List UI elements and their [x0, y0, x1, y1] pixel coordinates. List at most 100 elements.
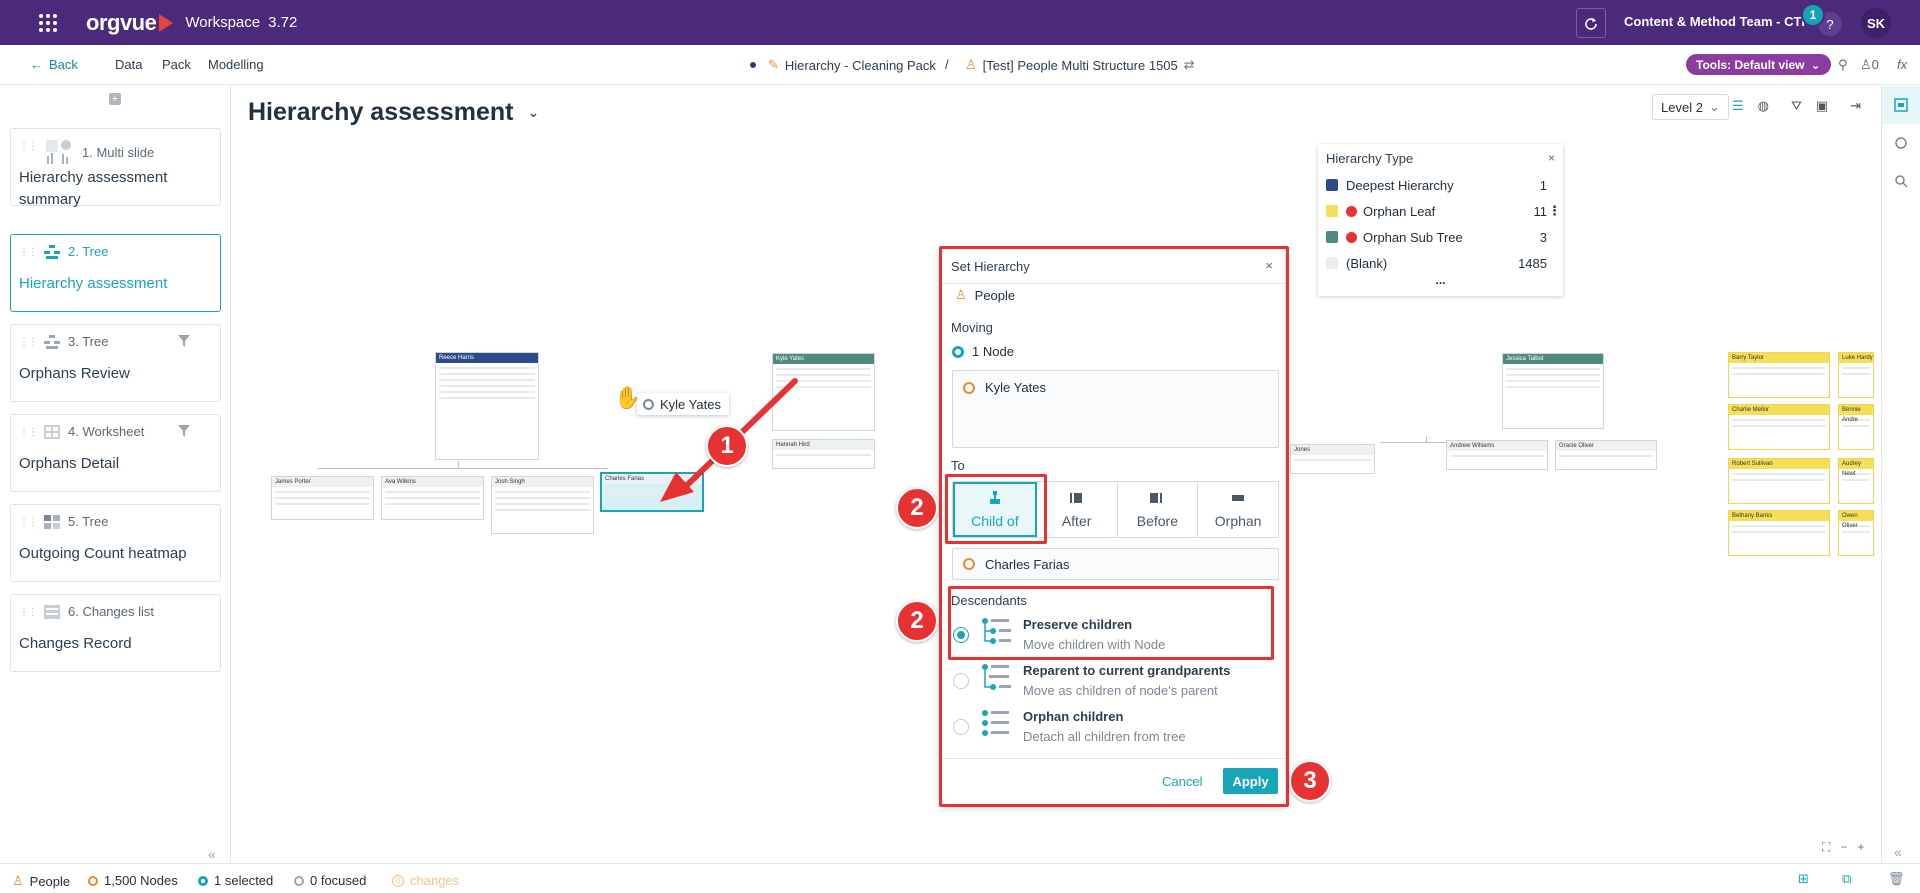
notification-badge[interactable]: 1 — [1801, 3, 1825, 27]
tree-node[interactable]: James Porter — [271, 476, 374, 520]
slide-4[interactable]: ⋮⋮ 4. Worksheet Orphans Detail — [10, 414, 221, 492]
selected-ring-icon — [198, 875, 208, 886]
tree-node[interactable]: Ava Wilkins — [381, 476, 484, 520]
panel-toggle-icon[interactable] — [1882, 86, 1920, 124]
status-focused[interactable]: 0 focused — [294, 873, 366, 888]
legend-row[interactable]: Deepest Hierarchy 1 — [1318, 172, 1563, 198]
annotation-badge: 2 — [896, 600, 938, 642]
chevron-down-icon[interactable]: ⌄ — [527, 104, 539, 121]
tree-node-orphan-leaf[interactable]: Bennie Andre — [1838, 404, 1874, 450]
add-icon[interactable]: ⊞ — [1798, 871, 1809, 887]
tree-node-selected[interactable]: Charles Farias — [600, 472, 704, 512]
collapse-sidebar-icon[interactable]: « — [208, 846, 216, 862]
filter-icon[interactable]: ⛛ — [1791, 98, 1802, 114]
slide-kind: 5. Tree — [44, 514, 108, 529]
tree-node-orphan-root[interactable]: Kyle Yates — [772, 353, 875, 431]
tools-view-button[interactable]: Tools: Default view ⌄ — [1686, 54, 1831, 75]
status-selected[interactable]: 1 selected — [198, 873, 273, 888]
legend-count: 1485 — [1518, 255, 1547, 271]
drag-handle-icon[interactable]: ⋮⋮ — [19, 141, 38, 152]
legend-row[interactable]: Orphan Sub Tree 3 — [1318, 224, 1563, 250]
formula-icon[interactable]: fx — [1897, 57, 1907, 72]
tree-node[interactable]: Andrew Williams — [1446, 440, 1548, 470]
tree-node-orphan-root[interactable]: Jessica Talbot — [1502, 353, 1604, 429]
breadcrumb-pack[interactable]: ✎ Hierarchy - Cleaning Pack — [750, 57, 936, 73]
slide-3[interactable]: ⋮⋮ 3. Tree Orphans Review — [10, 324, 221, 402]
menu-modelling[interactable]: Modelling — [208, 57, 264, 72]
drag-handle-icon[interactable]: ⋮⋮ — [19, 337, 38, 348]
back-button[interactable]: ← Back — [30, 57, 78, 72]
tree-node[interactable]: Josh Singh — [491, 476, 594, 534]
more-vertical-icon[interactable]: ⋮ — [1548, 203, 1561, 219]
sub-nav-bar: ← Back Data Pack Modelling ✎ Hierarchy -… — [0, 45, 1920, 85]
slide-2[interactable]: ⋮⋮ 2. Tree Hierarchy assessment — [10, 234, 221, 312]
menu-pack[interactable]: Pack — [162, 57, 191, 72]
drag-handle-icon[interactable]: ⋮⋮ — [19, 247, 38, 258]
tree-node[interactable]: Gracie Oliver — [1555, 440, 1657, 470]
slide-kind: 1. Multi slide — [44, 138, 154, 166]
zoom-in-icon[interactable]: + — [1857, 840, 1864, 855]
status-dataset[interactable]: ♙ People — [12, 873, 70, 889]
status-changes[interactable]: 0 changes — [392, 873, 459, 888]
tree-node-orphan-leaf[interactable]: Owen Oliver — [1838, 510, 1874, 556]
tree-node-orphan-leaf[interactable]: Barry Taylor — [1728, 352, 1830, 398]
user-avatar[interactable]: SK — [1861, 8, 1891, 38]
layers-icon[interactable]: ▣ — [1816, 98, 1828, 114]
refresh-button[interactable] — [1576, 8, 1606, 38]
breadcrumb-dataset-label: [Test] People Multi Structure 1505 — [982, 57, 1178, 73]
slide-kind-label: 1. Multi slide — [82, 144, 155, 160]
tree-node[interactable]: Hannah Hird — [772, 439, 875, 469]
node-title: Bennie Andre — [1839, 405, 1873, 423]
level-select[interactable]: Level 2 ⌄ — [1652, 94, 1729, 120]
list-icon[interactable]: ☰ — [1732, 98, 1744, 114]
legend-count: 1 — [1539, 177, 1547, 193]
legend-more[interactable]: ... — [1318, 274, 1563, 286]
node-title: Charles Farias — [602, 474, 702, 484]
slide-kind-label: 5. Tree — [68, 514, 109, 529]
collapse-right-icon[interactable]: « — [1894, 844, 1902, 860]
legend-row[interactable]: Orphan Leaf 11 ⋮ — [1318, 198, 1563, 224]
sync-icon[interactable]: ⇄ — [1184, 57, 1195, 73]
pin-count-icon[interactable]: ♙0 — [1860, 57, 1879, 73]
tree-connector — [318, 468, 608, 469]
node-ring-icon — [88, 875, 98, 886]
drag-handle-icon[interactable]: ⋮⋮ — [19, 517, 38, 528]
filter-icon[interactable] — [178, 425, 190, 437]
filter-icon[interactable] — [178, 335, 190, 347]
globe-icon[interactable]: ◍ — [1758, 98, 1769, 114]
tree-node-orphan-leaf[interactable]: Robert Sullivan — [1728, 458, 1830, 504]
slide-6[interactable]: ⋮⋮ 6. Changes list Changes Record — [10, 594, 221, 672]
tree-node-orphan-leaf[interactable]: Audrey Newt — [1838, 458, 1874, 504]
status-nodes[interactable]: 1,500 Nodes — [88, 873, 178, 888]
page-title[interactable]: Hierarchy assessment ⌄ — [248, 98, 539, 127]
export-icon[interactable]: ⇥ — [1850, 98, 1861, 114]
changes-list-icon — [44, 604, 60, 619]
add-slide-icon[interactable]: + — [109, 93, 121, 105]
slide-1[interactable]: ⋮⋮ 1. Multi slide Hierarchy assessment s… — [10, 128, 221, 208]
slide-5[interactable]: ⋮⋮ 5. Tree Outgoing Count heatmap — [10, 504, 221, 582]
tree-node-root[interactable]: Reece Harris — [435, 352, 539, 460]
properties-icon[interactable] — [1882, 124, 1920, 162]
trash-icon[interactable]: 🗑 — [1888, 871, 1905, 887]
close-icon[interactable]: × — [1548, 151, 1555, 165]
orgvue-logo[interactable]: orgvue — [86, 10, 174, 36]
node-title: Robert Sullivan — [1729, 459, 1829, 469]
team-selector[interactable]: Content & Method Team - CTR — [1624, 14, 1811, 29]
tree-node-partial[interactable]: Jones — [1290, 444, 1375, 474]
copy-icon[interactable]: ⧉ — [1842, 871, 1851, 887]
drag-handle-icon[interactable]: ⋮⋮ — [19, 427, 38, 438]
legend-row[interactable]: (Blank) 1485 — [1318, 250, 1563, 276]
drag-handle-icon[interactable]: ⋮⋮ — [19, 607, 38, 618]
tree-node-orphan-leaf[interactable]: Bethany Banks — [1728, 510, 1830, 556]
zoom-out-icon[interactable]: − — [1840, 840, 1847, 855]
breadcrumb-dataset[interactable]: ♙ [Test] People Multi Structure 1505 ⇄ — [965, 57, 1195, 73]
tree-node-orphan-leaf[interactable]: Luke Hardy — [1838, 352, 1874, 398]
tree-icon — [44, 244, 60, 259]
tree-node-orphan-leaf[interactable]: Charlie Mellor — [1728, 404, 1830, 450]
pin-icon[interactable]: ⚲ — [1838, 57, 1848, 73]
app-grid-icon[interactable] — [28, 0, 68, 45]
logo-mark-icon — [159, 13, 174, 32]
menu-data[interactable]: Data — [115, 57, 142, 72]
search-icon[interactable] — [1882, 162, 1920, 200]
fit-screen-icon[interactable]: ⛶ — [1822, 840, 1830, 855]
